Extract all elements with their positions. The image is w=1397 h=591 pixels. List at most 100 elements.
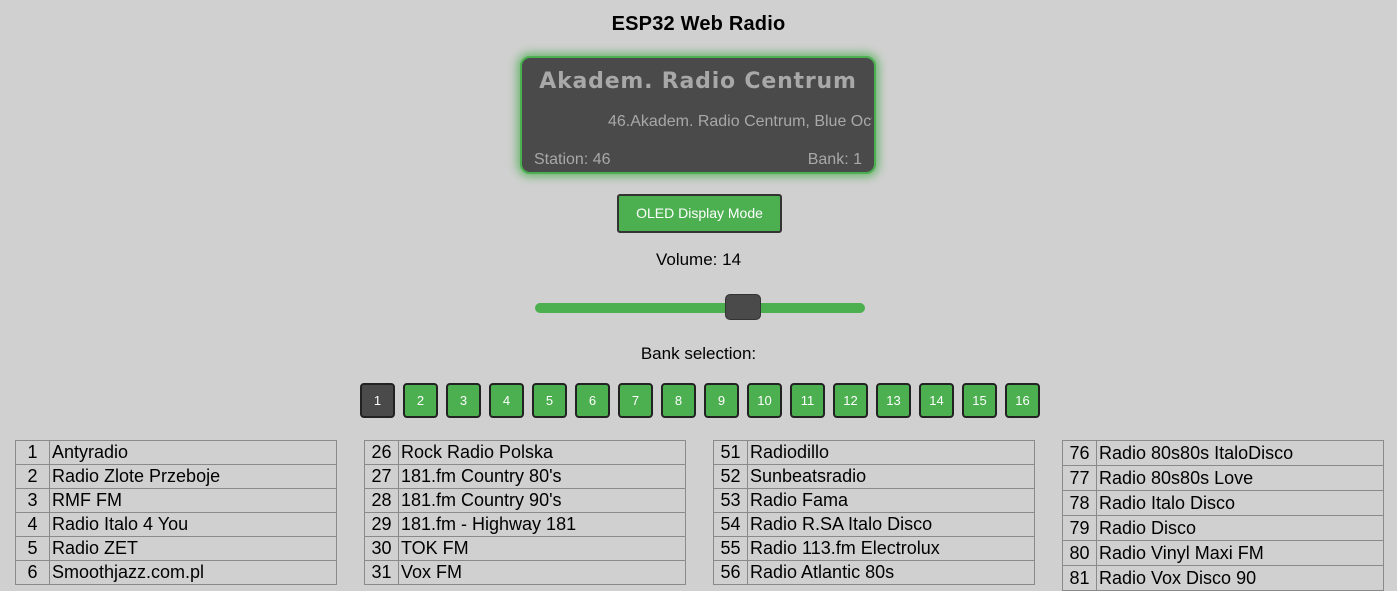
station-row[interactable]: 79 Radio Disco bbox=[1062, 515, 1384, 541]
station-table-4: 76 Radio 80s80s ItaloDisco 77 Radio 80s80s … bbox=[1062, 440, 1384, 591]
station-name: Radio Zlote Przeboje bbox=[49, 464, 337, 489]
display-station-number: Station: 46 bbox=[534, 151, 611, 168]
station-row[interactable]: 55 Radio 113.fm Electrolux bbox=[713, 536, 1035, 561]
volume-slider-track[interactable] bbox=[535, 303, 865, 313]
bank-button[interactable]: 11 bbox=[790, 383, 825, 418]
bank-button[interactable]: 4 bbox=[489, 383, 524, 418]
station-number: 52 bbox=[713, 464, 748, 489]
bank-button[interactable]: 1 bbox=[360, 383, 395, 418]
page-title: ESP32 Web Radio bbox=[611, 13, 786, 35]
station-name: Sunbeatsradio bbox=[747, 464, 1035, 489]
station-number: 56 bbox=[713, 560, 748, 585]
station-table-2: 26 Rock Radio Polska 27 181.fm Country 80's… bbox=[364, 440, 686, 585]
station-name: Vox FM bbox=[398, 560, 686, 585]
station-name: Radio 113.fm Electrolux bbox=[747, 536, 1035, 561]
display-stream-info: 46.Akadem. Radio Centrum, Blue Oct bbox=[608, 113, 872, 130]
station-number: 78 bbox=[1062, 490, 1097, 516]
station-row[interactable]: 76 Radio 80s80s ItaloDisco bbox=[1062, 440, 1384, 466]
station-row[interactable]: 28 181.fm Country 90's bbox=[364, 488, 686, 513]
station-number: 26 bbox=[364, 440, 399, 465]
station-name: Radio Fama bbox=[747, 488, 1035, 513]
station-table-3: 51 Radiodillo 52 Sunbeatsradio 53 Radio Fama 5… bbox=[713, 440, 1035, 585]
station-number: 1 bbox=[15, 440, 50, 465]
station-number: 3 bbox=[15, 488, 50, 513]
station-number: 6 bbox=[15, 560, 50, 585]
bank-button-group: 1 2 3 4 5 6 7 8 9 10 11 12 13 14 15 16 bbox=[360, 383, 1040, 418]
station-row[interactable]: 29 181.fm - Highway 181 bbox=[364, 512, 686, 537]
bank-button[interactable]: 16 bbox=[1005, 383, 1040, 418]
radio-display: Akadem. Radio Centrum 46.Akadem. Radio C… bbox=[520, 56, 876, 174]
station-row[interactable]: 6 Smoothjazz.com.pl bbox=[15, 560, 337, 585]
station-number: 81 bbox=[1062, 565, 1097, 591]
bank-button[interactable]: 10 bbox=[747, 383, 782, 418]
display-bank-number: Bank: 1 bbox=[807, 151, 862, 168]
station-table-1: 1 Antyradio 2 Radio Zlote Przeboje 3 RMF FM 4 R… bbox=[15, 440, 337, 585]
bank-button[interactable]: 5 bbox=[532, 383, 567, 418]
bank-button[interactable]: 13 bbox=[876, 383, 911, 418]
station-name: Radiodillo bbox=[747, 440, 1035, 465]
station-number: 51 bbox=[713, 440, 748, 465]
station-name: Radio Vox Disco 90 bbox=[1096, 565, 1384, 591]
station-row[interactable]: 56 Radio Atlantic 80s bbox=[713, 560, 1035, 585]
station-number: 27 bbox=[364, 464, 399, 489]
station-number: 5 bbox=[15, 536, 50, 561]
station-row[interactable]: 54 Radio R.SA Italo Disco bbox=[713, 512, 1035, 537]
station-name: 181.fm Country 90's bbox=[398, 488, 686, 513]
station-number: 28 bbox=[364, 488, 399, 513]
station-number: 77 bbox=[1062, 465, 1097, 491]
station-row[interactable]: 53 Radio Fama bbox=[713, 488, 1035, 513]
station-name: Radio Atlantic 80s bbox=[747, 560, 1035, 585]
station-number: 76 bbox=[1062, 440, 1097, 466]
station-name: TOK FM bbox=[398, 536, 686, 561]
station-row[interactable]: 78 Radio Italo Disco bbox=[1062, 490, 1384, 516]
station-row[interactable]: 31 Vox FM bbox=[364, 560, 686, 585]
station-row[interactable]: 3 RMF FM bbox=[15, 488, 337, 513]
station-name: Antyradio bbox=[49, 440, 337, 465]
bank-button[interactable]: 8 bbox=[661, 383, 696, 418]
station-row[interactable]: 26 Rock Radio Polska bbox=[364, 440, 686, 465]
bank-button[interactable]: 7 bbox=[618, 383, 653, 418]
bank-button[interactable]: 6 bbox=[575, 383, 610, 418]
station-name: Smoothjazz.com.pl bbox=[49, 560, 337, 585]
volume-label: Volume: 14 bbox=[655, 250, 742, 269]
station-name: Radio Disco bbox=[1096, 515, 1384, 541]
station-name: Rock Radio Polska bbox=[398, 440, 686, 465]
bank-button[interactable]: 15 bbox=[962, 383, 997, 418]
station-number: 79 bbox=[1062, 515, 1097, 541]
bank-button[interactable]: 12 bbox=[833, 383, 868, 418]
station-name: Radio Italo Disco bbox=[1096, 490, 1384, 516]
volume-slider-thumb[interactable] bbox=[725, 294, 761, 320]
station-number: 54 bbox=[713, 512, 748, 537]
station-row[interactable]: 52 Sunbeatsradio bbox=[713, 464, 1035, 489]
station-row[interactable]: 2 Radio Zlote Przeboje bbox=[15, 464, 337, 489]
station-row[interactable]: 4 Radio Italo 4 You bbox=[15, 512, 337, 537]
station-row[interactable]: 80 Radio Vinyl Maxi FM bbox=[1062, 540, 1384, 566]
bank-button[interactable]: 9 bbox=[704, 383, 739, 418]
station-row[interactable]: 5 Radio ZET bbox=[15, 536, 337, 561]
station-number: 31 bbox=[364, 560, 399, 585]
station-number: 55 bbox=[713, 536, 748, 561]
bank-button[interactable]: 2 bbox=[403, 383, 438, 418]
station-name: Radio Vinyl Maxi FM bbox=[1096, 540, 1384, 566]
station-name: RMF FM bbox=[49, 488, 337, 513]
station-row[interactable]: 81 Radio Vox Disco 90 bbox=[1062, 565, 1384, 591]
bank-button[interactable]: 3 bbox=[446, 383, 481, 418]
station-row[interactable]: 27 181.fm Country 80's bbox=[364, 464, 686, 489]
station-name: Radio 80s80s ItaloDisco bbox=[1096, 440, 1384, 466]
station-number: 4 bbox=[15, 512, 50, 537]
display-station-name: Akadem. Radio Centrum bbox=[539, 69, 857, 94]
station-number: 80 bbox=[1062, 540, 1097, 566]
station-row[interactable]: 30 TOK FM bbox=[364, 536, 686, 561]
station-row[interactable]: 1 Antyradio bbox=[15, 440, 337, 465]
station-row[interactable]: 77 Radio 80s80s Love bbox=[1062, 465, 1384, 491]
station-name: 181.fm - Highway 181 bbox=[398, 512, 686, 537]
station-name: Radio 80s80s Love bbox=[1096, 465, 1384, 491]
bank-selection-label: Bank selection: bbox=[640, 344, 757, 363]
station-number: 29 bbox=[364, 512, 399, 537]
oled-display-mode-button[interactable]: OLED Display Mode bbox=[617, 194, 782, 233]
station-name: 181.fm Country 80's bbox=[398, 464, 686, 489]
station-row[interactable]: 51 Radiodillo bbox=[713, 440, 1035, 465]
station-number: 30 bbox=[364, 536, 399, 561]
station-name: Radio Italo 4 You bbox=[49, 512, 337, 537]
bank-button[interactable]: 14 bbox=[919, 383, 954, 418]
